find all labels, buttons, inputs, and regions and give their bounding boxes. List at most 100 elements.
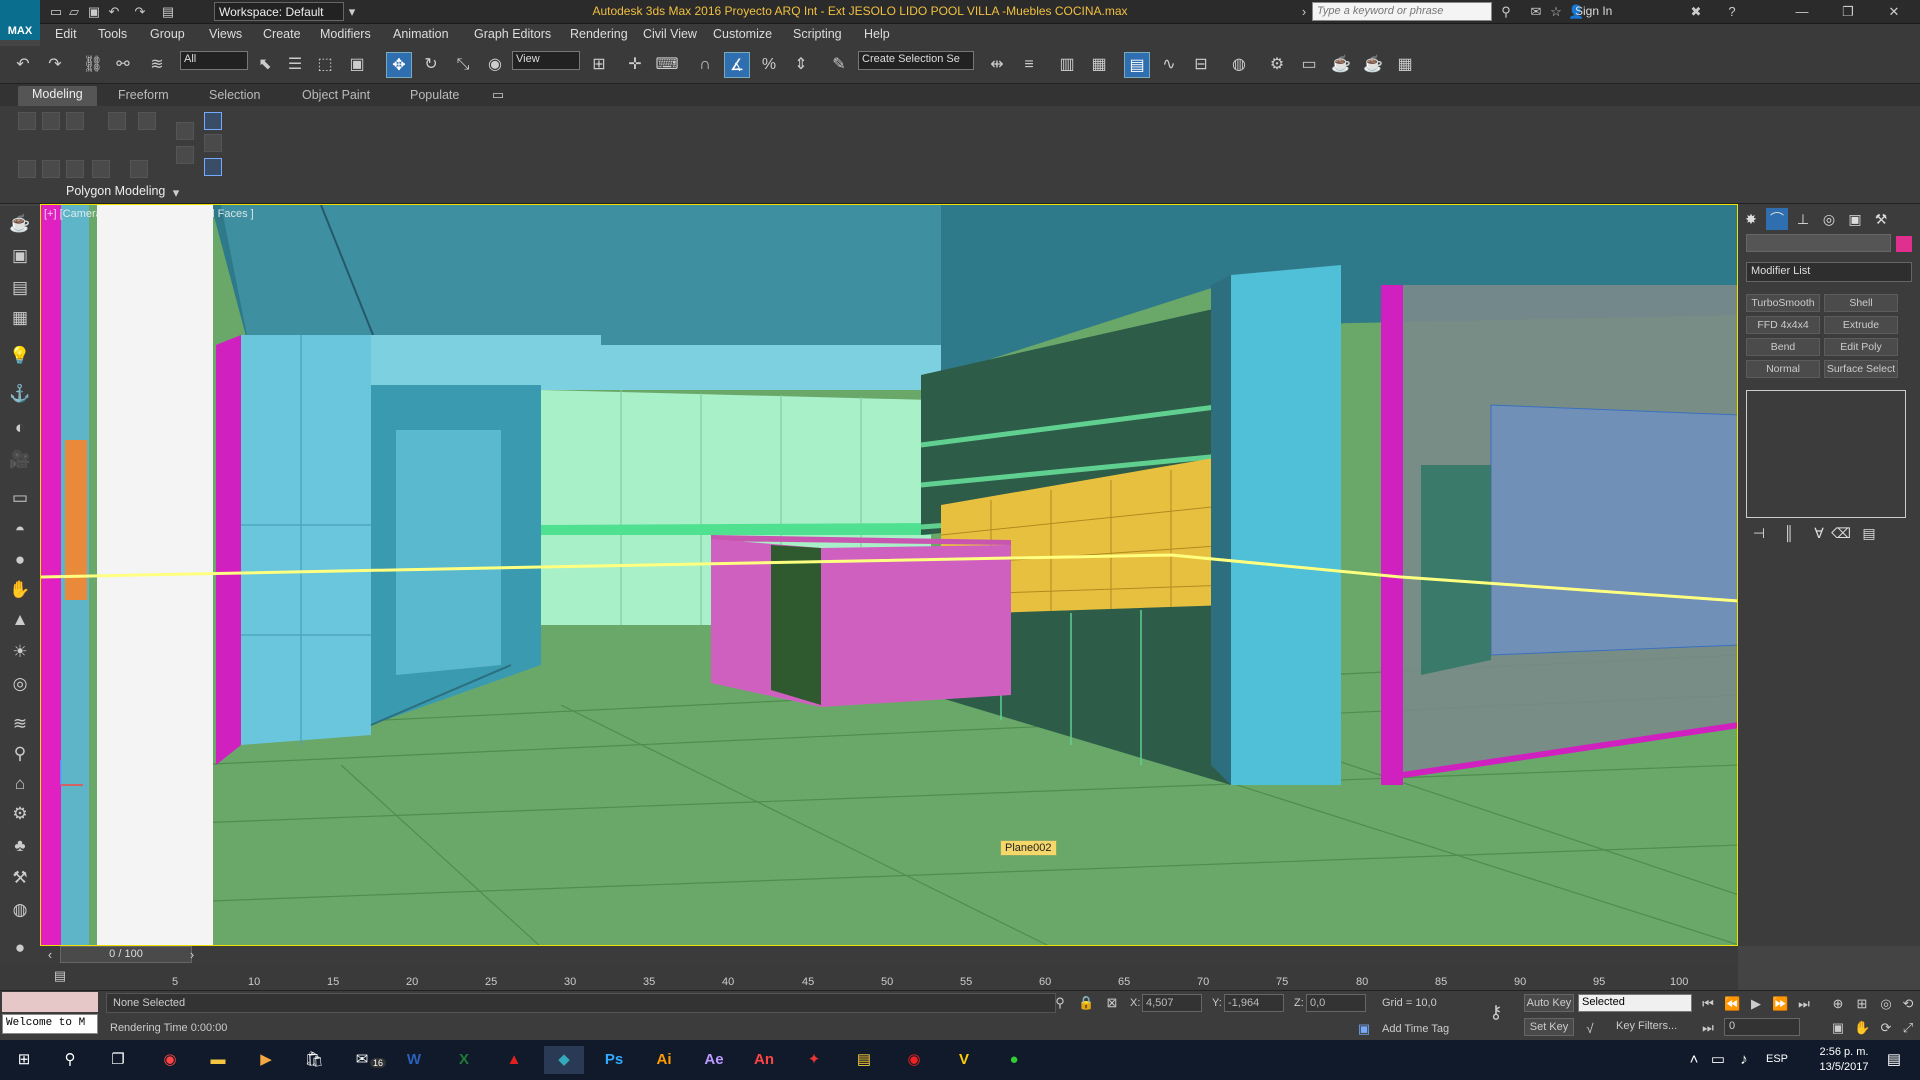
fur-icon[interactable]: ◍ [7,898,33,922]
rendered-frame-window-icon[interactable]: ▭ [1296,52,1322,78]
chevron-up-icon[interactable]: ˄ [1684,1046,1704,1074]
hair-icon[interactable]: ≋ [7,712,33,736]
time-config-icon[interactable]: ▣ [1830,1020,1846,1036]
utilities-tab-icon[interactable]: ⚒ [1870,208,1892,230]
render-iterative-icon[interactable]: ☕ [1360,52,1386,78]
lock-selection-icon[interactable]: 🔒 [1078,995,1094,1011]
modify-tab-icon[interactable]: ⌒ [1766,208,1788,230]
network-icon[interactable]: ▭ [1708,1046,1728,1074]
minimize-button[interactable]: — [1780,0,1824,24]
menu-edit[interactable]: Edit [55,27,77,41]
edit-named-selection-icon[interactable]: ✎ [826,52,852,78]
rectangle-selection-icon[interactable]: ⬚ [312,52,338,78]
current-frame-field[interactable]: 0 [1724,1018,1800,1036]
undo-icon[interactable]: ↶ [10,52,36,78]
modify-mode-button[interactable] [176,122,194,140]
set-key-button[interactable]: Set Key [1524,1018,1574,1036]
named-selection-dropdown[interactable]: Create Selection Se [858,51,974,70]
menu-modifiers[interactable]: Modifiers [320,27,371,41]
maxscript-output-field[interactable]: Welcome to M [2,1014,98,1034]
render-setup-icon[interactable]: ⚙ [1264,52,1290,78]
add-time-tag-button[interactable]: Add Time Tag [1382,1023,1449,1035]
previous-frame-icon[interactable]: ⏪ [1724,996,1740,1012]
render-frame-icon[interactable]: ▣ [7,244,33,268]
reference-coordinate-dropdown[interactable]: View [512,51,580,70]
next-frame-icon[interactable]: ⏩ [1772,996,1788,1012]
tab-freeform[interactable]: Freeform [118,88,169,102]
menu-scripting[interactable]: Scripting [793,27,842,41]
walkthrough-icon[interactable]: ⟳ [1878,1020,1894,1036]
viewport-label[interactable]: [+] [Camera008 ] [Shaded + Edged Faces ] [44,208,254,220]
menu-graph-editors[interactable]: Graph Editors [474,27,551,41]
modifier-bend-button[interactable]: Bend [1746,338,1820,356]
close-button[interactable]: ✕ [1872,0,1916,24]
open-file-icon[interactable]: ▱ [66,4,82,20]
goto-start-icon[interactable]: ⏮ [1700,996,1716,1012]
task-view-icon[interactable]: ❐ [98,1046,138,1074]
tab-populate[interactable]: Populate [410,88,459,102]
next-frame-arrow-icon[interactable]: › [184,947,200,963]
material-sphere-icon[interactable]: ● [7,936,33,960]
blueprint-icon[interactable]: ⌂ [7,772,33,796]
vertex-mode-button[interactable] [18,112,36,130]
time-slider-handle[interactable]: 0 / 100 [60,946,192,963]
selection-filter-dropdown[interactable]: All [180,51,248,70]
plant-icon[interactable]: ♣ [7,834,33,858]
search-input[interactable]: Type a keyword or phrase [1312,2,1492,21]
excel-icon[interactable]: X [444,1046,484,1074]
pivot-center-icon[interactable]: ⊞ [586,52,612,78]
key-mode-dropdown[interactable]: Selected [1578,994,1692,1012]
maxscript-listener-field[interactable] [2,992,98,1012]
z-coord-field[interactable]: 0,0 [1306,994,1366,1012]
scene-explorer-icon[interactable]: ▤ [7,276,33,300]
new-file-icon[interactable]: ▭ [48,4,64,20]
rotate-icon[interactable]: ↻ [418,52,444,78]
polygon-modeling-panel-label[interactable]: Polygon Modeling [66,184,165,198]
menu-tools[interactable]: Tools [98,27,127,41]
star-icon[interactable]: ☆ [1548,4,1564,20]
angle-snap-icon[interactable]: ∡ [724,52,750,78]
binoculars-icon[interactable]: ⚲ [1498,4,1514,20]
border-mode-button[interactable] [66,112,84,130]
animate-icon[interactable]: An [744,1046,784,1074]
chevron-down-icon[interactable]: ▾ [168,185,184,201]
particle-icon[interactable]: ◐ [7,416,33,440]
time-slider-bar[interactable] [40,946,1738,964]
cone-icon[interactable]: ▲ [7,608,33,632]
zoom-icon[interactable]: ⊕ [1830,996,1846,1012]
help-icon[interactable]: ? [1724,4,1740,20]
menu-rendering[interactable]: Rendering [570,27,628,41]
hierarchy-tab-icon[interactable]: ⊥ [1792,208,1814,230]
use-nurms-button[interactable] [18,160,36,178]
time-tag-icon[interactable]: ▣ [1356,1021,1372,1037]
schematic-view-icon[interactable]: ⊟ [1188,52,1214,78]
torus-icon[interactable]: ◎ [7,672,33,696]
subscription-icon[interactable]: ✉ [1528,4,1544,20]
file-explorer-icon[interactable]: ▬ [198,1046,238,1074]
keyboard-shortcut-icon[interactable]: ⌨ [654,52,680,78]
element-mode-button[interactable] [138,112,156,130]
y-coord-field[interactable]: -1,964 [1224,994,1284,1012]
menu-civil-view[interactable]: Civil View [643,27,697,41]
project-folder-icon[interactable]: ▤ [160,4,176,20]
search-icon[interactable]: ⚲ [50,1046,90,1074]
move-icon[interactable]: ✥ [386,52,412,78]
after-effects-icon[interactable]: Ae [694,1046,734,1074]
collapse-stack-button[interactable] [42,160,60,178]
start-icon[interactable]: ⊞ [4,1046,44,1074]
menu-create[interactable]: Create [263,27,301,41]
language-indicator[interactable]: ESP [1766,1053,1788,1065]
edit-poly-mod-button[interactable] [92,160,110,178]
redo-icon[interactable]: ↷ [132,4,148,20]
tab-selection[interactable]: Selection [209,88,260,102]
record-icon[interactable]: ◉ [894,1046,934,1074]
box-icon[interactable]: ▭ [7,486,33,510]
absolute-mode-icon[interactable]: ⊠ [1104,995,1120,1011]
modifier-normal-button[interactable]: Normal [1746,360,1820,378]
pan-icon[interactable]: ✋ [1854,1020,1870,1036]
clock[interactable]: 2:56 p. m. 13/5/2017 [1814,1045,1874,1075]
app-logo-button[interactable]: MAX [0,0,40,40]
menu-animation[interactable]: Animation [393,27,449,41]
display-tab-icon[interactable]: ▣ [1844,208,1866,230]
undo-icon[interactable]: ↶ [106,4,122,20]
